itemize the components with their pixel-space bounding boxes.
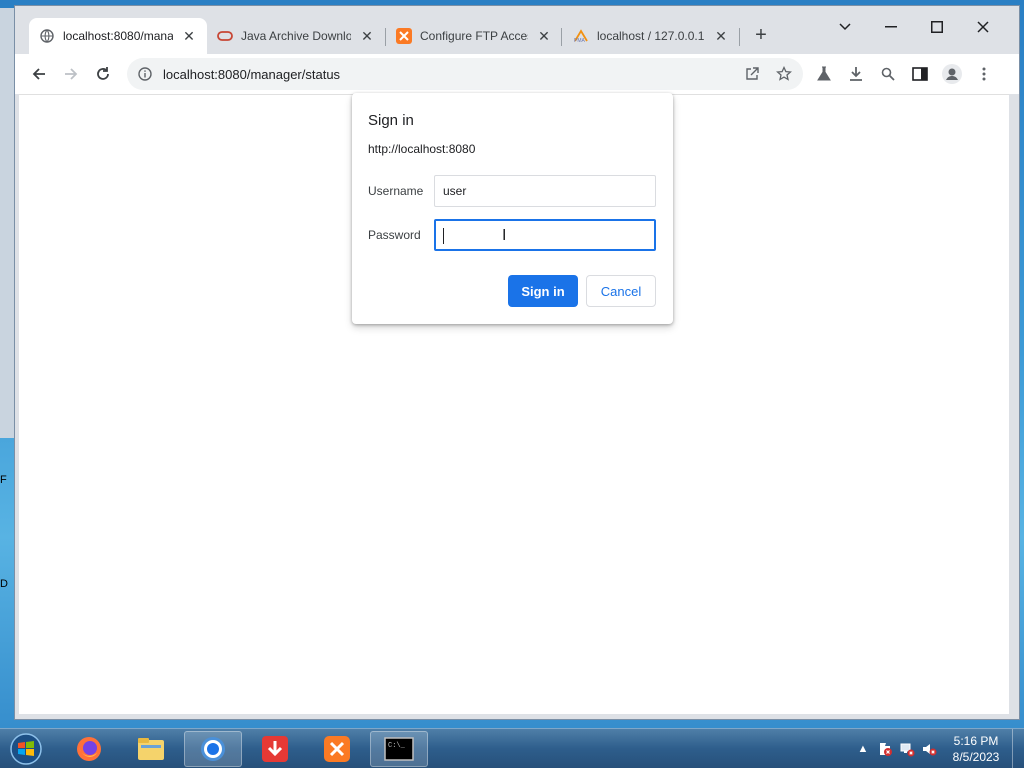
browser-toolbar: localhost:8080/manager/status xyxy=(15,54,1019,94)
tab-close-icon[interactable]: ✕ xyxy=(713,28,729,45)
network-icon[interactable] xyxy=(896,738,918,760)
download-icon[interactable] xyxy=(844,62,868,86)
desktop-edge-text: F xyxy=(0,474,7,486)
tab-close-icon[interactable]: ✕ xyxy=(359,28,375,45)
password-label: Password xyxy=(368,228,421,242)
xampp-icon xyxy=(396,28,412,44)
globe-icon xyxy=(39,28,55,44)
tab-close-icon[interactable]: ✕ xyxy=(181,28,197,45)
taskbar-download-manager[interactable] xyxy=(246,731,304,767)
xampp-icon xyxy=(324,736,350,762)
oracle-icon xyxy=(217,28,233,44)
dialog-origin: http://localhost:8080 xyxy=(368,142,476,156)
taskbar-chrome[interactable] xyxy=(184,731,242,767)
chrome-icon xyxy=(201,737,225,761)
new-tab-button[interactable]: + xyxy=(749,24,773,48)
taskbar-file-explorer[interactable] xyxy=(122,731,180,767)
taskbar-xampp[interactable] xyxy=(308,731,366,767)
share-icon[interactable] xyxy=(740,62,764,86)
tab-close-icon[interactable]: ✕ xyxy=(536,28,552,45)
tab-separator xyxy=(561,28,562,46)
forward-arrow-icon[interactable] xyxy=(59,62,83,86)
browser-window: localhost:8080/mana ✕ Java Archive Downl… xyxy=(14,5,1020,720)
clock[interactable]: 5:16 PM 8/5/2023 xyxy=(940,733,1012,765)
username-label: Username xyxy=(368,184,424,198)
sign-in-button[interactable]: Sign in xyxy=(508,275,578,307)
minimize-icon[interactable] xyxy=(871,14,911,40)
background-window-edge xyxy=(0,8,14,438)
volume-muted-icon[interactable] xyxy=(918,738,940,760)
tab-separator xyxy=(739,28,740,46)
show-hidden-icons-icon[interactable]: ▲ xyxy=(852,738,874,760)
system-tray: ▲ 5:16 PM 8/5/2023 xyxy=(852,729,1024,768)
tab-search-icon[interactable] xyxy=(825,14,865,40)
back-arrow-icon[interactable] xyxy=(27,62,51,86)
tab-title: localhost / 127.0.0.1 xyxy=(597,29,705,43)
windows-logo-icon xyxy=(10,733,42,765)
bookmark-star-icon[interactable] xyxy=(772,62,796,86)
taskbar: C:\_ ▲ 5:16 PM 8/5/2023 xyxy=(0,728,1024,768)
tab-java-archive[interactable]: Java Archive Downlo ✕ xyxy=(207,18,385,54)
password-field[interactable] xyxy=(434,219,656,251)
search-icon[interactable] xyxy=(876,62,900,86)
dialog-title: Sign in xyxy=(368,112,414,129)
text-caret xyxy=(443,228,444,244)
tab-title: Configure FTP Access xyxy=(420,29,528,43)
tab-title: Java Archive Downlo xyxy=(241,29,351,43)
address-bar[interactable]: localhost:8080/manager/status xyxy=(127,58,803,90)
address-url: localhost:8080/manager/status xyxy=(163,66,341,82)
taskbar-command-prompt[interactable]: C:\_ xyxy=(370,731,428,767)
clock-time: 5:16 PM xyxy=(953,734,999,748)
tab-phpmyadmin[interactable]: PMA localhost / 127.0.0.1 ✕ xyxy=(563,18,739,54)
command-prompt-icon: C:\_ xyxy=(384,737,414,761)
file-explorer-icon xyxy=(138,738,164,760)
action-center-icon[interactable] xyxy=(874,738,896,760)
reload-icon[interactable] xyxy=(91,62,115,86)
clock-date: 8/5/2023 xyxy=(952,750,1000,764)
profile-avatar-icon[interactable] xyxy=(940,62,964,86)
download-manager-icon xyxy=(262,736,288,762)
svg-text:C:\_: C:\_ xyxy=(388,742,406,750)
extension-flask-icon[interactable] xyxy=(812,62,836,86)
show-desktop-button[interactable] xyxy=(1012,729,1024,768)
desktop-edge-text: D xyxy=(0,578,8,590)
tab-localhost-manager[interactable]: localhost:8080/mana ✕ xyxy=(29,18,207,54)
start-button[interactable] xyxy=(6,731,46,767)
maximize-icon[interactable] xyxy=(917,14,957,40)
firefox-icon xyxy=(77,737,101,761)
cancel-button[interactable]: Cancel xyxy=(586,275,656,307)
taskbar-firefox[interactable] xyxy=(60,731,118,767)
close-window-icon[interactable] xyxy=(963,14,1003,40)
tab-strip: localhost:8080/mana ✕ Java Archive Downl… xyxy=(15,6,1019,54)
svg-text:PMA: PMA xyxy=(574,38,586,43)
text-cursor-icon: I xyxy=(502,227,507,244)
sign-in-dialog: Sign in http://localhost:8080 Username P… xyxy=(352,93,673,324)
phpmyadmin-icon: PMA xyxy=(573,28,589,44)
side-panel-icon[interactable] xyxy=(908,62,932,86)
tab-configure-ftp[interactable]: Configure FTP Access ✕ xyxy=(386,18,562,54)
menu-dots-icon[interactable] xyxy=(972,62,996,86)
username-field[interactable] xyxy=(434,175,656,207)
site-info-icon[interactable] xyxy=(137,66,153,82)
tab-title: localhost:8080/mana xyxy=(63,29,173,43)
